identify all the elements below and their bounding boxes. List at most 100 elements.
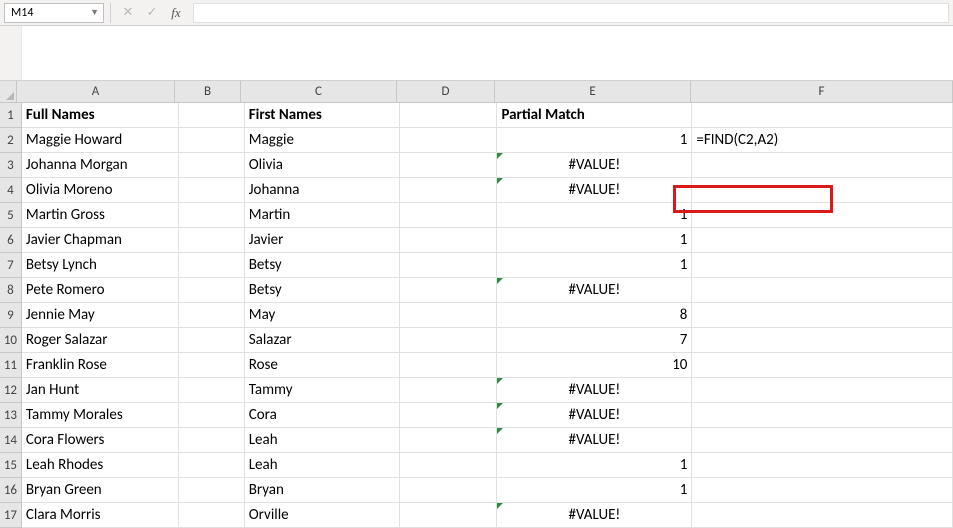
row-header-17[interactable]: 17	[0, 503, 22, 528]
cell-E16[interactable]: 1	[497, 478, 692, 503]
cell-E2[interactable]: 1	[497, 128, 692, 153]
cell-B1[interactable]	[179, 103, 245, 128]
cell-A3[interactable]: Johanna Morgan	[22, 153, 179, 178]
cell-C16[interactable]: Bryan	[245, 478, 400, 503]
cell-D16[interactable]	[400, 478, 498, 503]
select-all-corner[interactable]	[0, 81, 17, 103]
cell-E6[interactable]: 1	[497, 228, 692, 253]
cell-C10[interactable]: Salazar	[245, 328, 400, 353]
row-header-8[interactable]: 8	[0, 278, 22, 303]
cell-F1[interactable]	[692, 103, 953, 128]
cell-C6[interactable]: Javier	[245, 228, 400, 253]
col-header-F[interactable]: F	[691, 81, 953, 103]
cell-B15[interactable]	[179, 453, 245, 478]
cell-E3[interactable]: #VALUE!	[497, 153, 692, 178]
cell-F2[interactable]: =FIND(C2,A2)	[692, 128, 953, 153]
cell-D4[interactable]	[400, 178, 498, 203]
cell-B12[interactable]	[179, 378, 245, 403]
cell-F15[interactable]	[692, 453, 953, 478]
row-header-16[interactable]: 16	[0, 478, 22, 503]
col-header-C[interactable]: C	[241, 81, 397, 103]
cell-B16[interactable]	[179, 478, 245, 503]
row-header-12[interactable]: 12	[0, 378, 22, 403]
cell-B8[interactable]	[179, 278, 245, 303]
enter-icon[interactable]: ✓	[141, 3, 163, 23]
cell-C3[interactable]: Olivia	[245, 153, 400, 178]
cell-D15[interactable]	[400, 453, 498, 478]
cell-E14[interactable]: #VALUE!	[497, 428, 692, 453]
cell-E9[interactable]: 8	[497, 303, 692, 328]
cell-D5[interactable]	[400, 203, 498, 228]
cell-E13[interactable]: #VALUE!	[497, 403, 692, 428]
cell-B2[interactable]	[179, 128, 245, 153]
cell-F14[interactable]	[692, 428, 953, 453]
cell-C17[interactable]: Orville	[245, 503, 400, 528]
cell-E5[interactable]: 1	[497, 203, 692, 228]
cell-C5[interactable]: Martin	[245, 203, 400, 228]
cell-C4[interactable]: Johanna	[245, 178, 400, 203]
cell-A2[interactable]: Maggie Howard	[22, 128, 179, 153]
cell-A11[interactable]: Franklin Rose	[22, 353, 179, 378]
cell-B4[interactable]	[179, 178, 245, 203]
cell-A4[interactable]: Olivia Moreno	[22, 178, 179, 203]
col-header-A[interactable]: A	[17, 81, 175, 103]
cell-B9[interactable]	[179, 303, 245, 328]
row-header-3[interactable]: 3	[0, 153, 22, 178]
cell-D10[interactable]	[400, 328, 498, 353]
row-header-7[interactable]: 7	[0, 253, 22, 278]
cell-B13[interactable]	[179, 403, 245, 428]
row-header-4[interactable]: 4	[0, 178, 22, 203]
cell-F8[interactable]	[692, 278, 953, 303]
cell-F17[interactable]	[692, 503, 953, 528]
row-header-9[interactable]: 9	[0, 303, 22, 328]
cell-F6[interactable]	[692, 228, 953, 253]
cell-E17[interactable]: #VALUE!	[497, 503, 692, 528]
cell-C1[interactable]: First Names	[245, 103, 400, 128]
cell-A7[interactable]: Betsy Lynch	[22, 253, 179, 278]
cell-D3[interactable]	[400, 153, 498, 178]
cell-B3[interactable]	[179, 153, 245, 178]
cell-F10[interactable]	[692, 328, 953, 353]
cell-D2[interactable]	[400, 128, 498, 153]
cell-B5[interactable]	[179, 203, 245, 228]
cell-C8[interactable]: Betsy	[245, 278, 400, 303]
chevron-down-icon[interactable]: ▼	[90, 7, 99, 18]
row-header-6[interactable]: 6	[0, 228, 22, 253]
cell-A6[interactable]: Javier Chapman	[22, 228, 179, 253]
cell-B10[interactable]	[179, 328, 245, 353]
cell-F7[interactable]	[692, 253, 953, 278]
cell-E12[interactable]: #VALUE!	[497, 378, 692, 403]
col-header-B[interactable]: B	[175, 81, 241, 103]
cell-C7[interactable]: Betsy	[245, 253, 400, 278]
col-header-D[interactable]: D	[397, 81, 495, 103]
name-box[interactable]: M14 ▼	[4, 3, 104, 23]
row-header-10[interactable]: 10	[0, 328, 22, 353]
cell-B17[interactable]	[179, 503, 245, 528]
row-header-13[interactable]: 13	[0, 403, 22, 428]
row-header-14[interactable]: 14	[0, 428, 22, 453]
row-header-2[interactable]: 2	[0, 128, 22, 153]
cell-D12[interactable]	[400, 378, 498, 403]
row-header-11[interactable]: 11	[0, 353, 22, 378]
cell-A16[interactable]: Bryan Green	[22, 478, 179, 503]
cell-E4[interactable]: #VALUE!	[497, 178, 692, 203]
cell-A14[interactable]: Cora Flowers	[22, 428, 179, 453]
cell-D13[interactable]	[400, 403, 498, 428]
row-header-5[interactable]: 5	[0, 203, 22, 228]
cell-D11[interactable]	[400, 353, 498, 378]
cell-C2[interactable]: Maggie	[245, 128, 400, 153]
cell-F4[interactable]	[692, 178, 953, 203]
cell-F9[interactable]	[692, 303, 953, 328]
cell-E7[interactable]: 1	[497, 253, 692, 278]
cell-B14[interactable]	[179, 428, 245, 453]
cell-F12[interactable]	[692, 378, 953, 403]
cell-F5[interactable]	[692, 203, 953, 228]
cell-A12[interactable]: Jan Hunt	[22, 378, 179, 403]
cell-A15[interactable]: Leah Rhodes	[22, 453, 179, 478]
cell-C13[interactable]: Cora	[245, 403, 400, 428]
cell-F3[interactable]	[692, 153, 953, 178]
cell-F11[interactable]	[692, 353, 953, 378]
row-header-15[interactable]: 15	[0, 453, 22, 478]
cell-D9[interactable]	[400, 303, 498, 328]
cell-D8[interactable]	[400, 278, 498, 303]
